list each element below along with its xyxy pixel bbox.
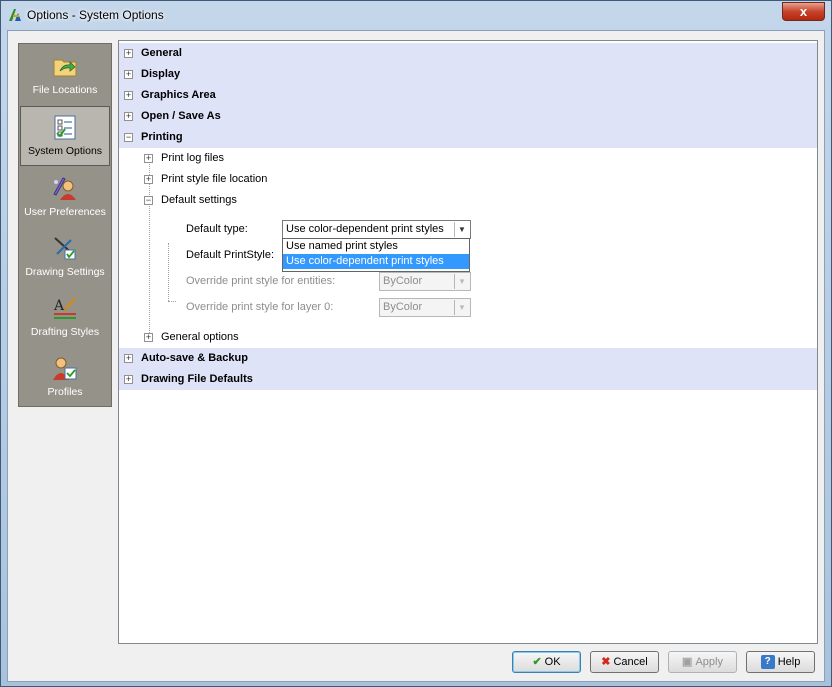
options-window: Options - System Options x File Location…	[0, 0, 832, 687]
tree-node-label: Printing	[141, 131, 183, 143]
expand-icon[interactable]: +	[144, 333, 153, 342]
sidebar-item-label: System Options	[27, 145, 103, 157]
sidebar-item-label: Drafting Styles	[30, 326, 100, 338]
options-sidebar: File Locations System Options User Prefe…	[18, 43, 112, 407]
app-logo-icon	[9, 9, 21, 21]
tree-node-general-options[interactable]: + General options	[119, 327, 817, 348]
tree-node-label: Open / Save As	[141, 110, 221, 122]
expand-icon[interactable]: +	[124, 70, 133, 79]
chevron-down-icon: ▼	[454, 274, 469, 289]
chevron-down-icon: ▼	[454, 300, 469, 315]
text-style-icon: A	[53, 297, 76, 319]
tree-node-autosave[interactable]: + Auto-save & Backup	[119, 348, 817, 369]
expand-icon[interactable]: +	[144, 154, 153, 163]
help-label: Help	[777, 656, 801, 669]
default-type-select[interactable]: Use color-dependent print styles ▼	[282, 220, 471, 239]
sidebar-item-system-options[interactable]: System Options	[20, 106, 110, 166]
sidebar-item-drawing-settings[interactable]: Drawing Settings	[20, 228, 110, 288]
client-area: File Locations System Options User Prefe…	[7, 30, 825, 682]
apply-label: Apply	[695, 656, 723, 669]
tree-node-print-style-location[interactable]: + Print style file location	[119, 169, 817, 190]
dropdown-option-color-dependent[interactable]: Use color-dependent print styles	[283, 254, 469, 269]
override-entities-value: ByColor	[383, 275, 423, 287]
override-layer0-value: ByColor	[383, 301, 423, 313]
svg-text:A: A	[53, 298, 65, 314]
ok-label: OK	[544, 656, 561, 669]
sidebar-item-file-locations[interactable]: File Locations	[20, 46, 110, 106]
tree-node-print-log-files[interactable]: + Print log files	[119, 148, 817, 169]
default-type-label: Default type:	[186, 223, 248, 235]
tree-node-default-settings[interactable]: − Default settings	[119, 190, 817, 211]
close-button[interactable]: x	[782, 2, 825, 21]
window-title: Options - System Options	[27, 8, 164, 22]
tree-node-label: General options	[161, 331, 239, 343]
dropdown-option-named[interactable]: Use named print styles	[283, 239, 469, 254]
sidebar-item-drafting-styles[interactable]: A Drafting Styles	[20, 288, 110, 348]
folder-arrow-icon	[53, 59, 77, 77]
override-layer0-label: Override print style for layer 0:	[186, 301, 334, 313]
expand-icon[interactable]: +	[124, 375, 133, 384]
tree-node-label: Auto-save & Backup	[141, 352, 248, 364]
tree-node-graphics-area[interactable]: + Graphics Area	[119, 85, 817, 106]
override-entities-label: Override print style for entities:	[186, 275, 336, 287]
tree-node-label: General	[141, 47, 182, 59]
cancel-button[interactable]: ✖ Cancel	[590, 651, 659, 673]
user-pencil-icon	[53, 177, 76, 200]
tree-node-label: Default settings	[161, 194, 237, 206]
checklist-icon	[54, 115, 76, 140]
collapse-icon[interactable]: −	[144, 196, 153, 205]
expand-icon[interactable]: +	[124, 112, 133, 121]
ok-button[interactable]: ✔ OK	[512, 651, 581, 673]
sidebar-item-label: Profiles	[47, 386, 83, 398]
tree-node-label: Drawing File Defaults	[141, 373, 253, 385]
tree-node-display[interactable]: + Display	[119, 64, 817, 85]
default-type-value: Use color-dependent print styles	[286, 223, 444, 235]
sidebar-item-label: File Locations	[32, 84, 98, 96]
tree-node-label: Print style file location	[161, 173, 268, 185]
tree-node-label: Display	[141, 68, 181, 80]
sidebar-item-label: User Preferences	[24, 206, 106, 218]
help-button[interactable]: ? Help	[746, 651, 815, 673]
profile-user-icon	[53, 357, 77, 380]
tree-node-label: Graphics Area	[141, 89, 216, 101]
drawing-tools-icon	[54, 237, 76, 260]
tree-guide-line	[168, 301, 176, 302]
default-printstyle-label: Default PrintStyle:	[186, 249, 275, 261]
expand-icon[interactable]: +	[124, 354, 133, 363]
tree-node-open-save[interactable]: + Open / Save As	[119, 106, 817, 127]
default-type-dropdown: Use named print styles Use color-depende…	[282, 238, 470, 272]
checkmark-icon: ✔	[532, 656, 542, 669]
tree-node-general[interactable]: + General	[119, 43, 817, 64]
override-entities-select[interactable]: ByColor ▼	[379, 272, 471, 291]
sidebar-item-user-preferences[interactable]: User Preferences	[20, 168, 110, 228]
help-icon: ?	[760, 655, 775, 670]
override-layer0-select[interactable]: ByColor ▼	[379, 298, 471, 317]
expand-icon[interactable]: +	[144, 175, 153, 184]
apply-button[interactable]: ▣ Apply	[668, 651, 737, 673]
options-tree: + General + Display + Graphics Area + Op…	[118, 40, 818, 644]
sidebar-item-label: Drawing Settings	[25, 266, 105, 278]
tree-node-printing[interactable]: − Printing	[119, 127, 817, 148]
tree-node-drawing-defaults[interactable]: + Drawing File Defaults	[119, 369, 817, 390]
expand-icon[interactable]: +	[124, 91, 133, 100]
title-bar[interactable]: Options - System Options x	[1, 1, 831, 29]
sidebar-item-profiles[interactable]: Profiles	[20, 348, 110, 408]
expand-icon[interactable]: +	[124, 49, 133, 58]
collapse-icon[interactable]: −	[124, 133, 133, 142]
cross-icon: ✖	[601, 656, 611, 669]
apply-icon: ▣	[682, 656, 693, 669]
tree-guide-line	[168, 243, 169, 301]
chevron-down-icon[interactable]: ▼	[454, 222, 469, 237]
cancel-label: Cancel	[613, 656, 648, 669]
tree-node-label: Print log files	[161, 152, 224, 164]
